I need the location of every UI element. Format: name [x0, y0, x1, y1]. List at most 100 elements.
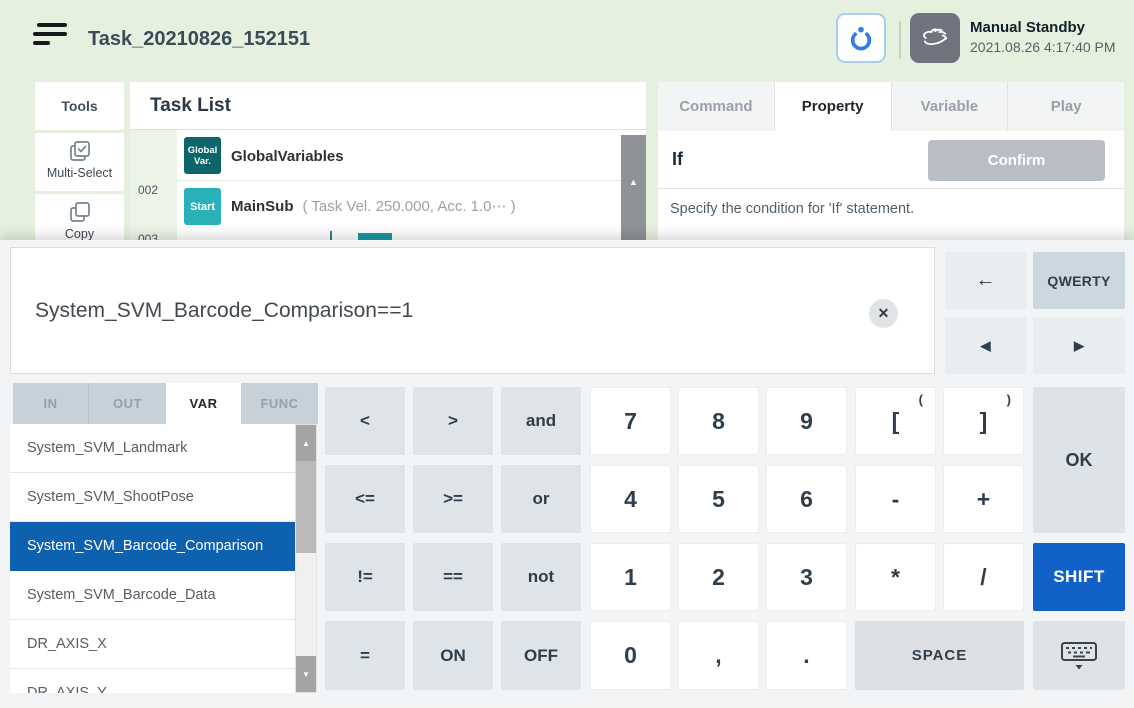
key-on[interactable]: ON	[413, 621, 493, 690]
key-greater-than[interactable]: >	[413, 387, 493, 455]
shift-key[interactable]: SHIFT	[1033, 543, 1125, 611]
tab-var[interactable]: VAR	[166, 383, 241, 424]
clear-input-button[interactable]: ✕	[869, 299, 898, 328]
task-list-panel: Task List 002 003 Global Var. GlobalVari…	[130, 82, 646, 240]
key-9[interactable]: 9	[766, 387, 847, 455]
backspace-key[interactable]: ←	[945, 252, 1026, 309]
key-4[interactable]: 4	[590, 465, 671, 533]
key-slash[interactable]: /	[943, 543, 1024, 611]
ok-button[interactable]: OK	[1033, 387, 1125, 533]
scrollbar-thumb[interactable]	[296, 461, 316, 553]
command-name: If	[672, 131, 683, 188]
key-left-bracket[interactable]: [ (	[855, 387, 936, 455]
topbar-divider	[899, 21, 901, 59]
tab-command[interactable]: Command	[658, 82, 774, 131]
backspace-icon: ←	[976, 269, 996, 292]
copy-icon	[68, 201, 92, 225]
tab-play[interactable]: Play	[1007, 82, 1124, 131]
tab-in[interactable]: IN	[13, 383, 89, 424]
key-minus[interactable]: -	[855, 465, 936, 533]
key-right-bracket[interactable]: ] )	[943, 387, 1024, 455]
tab-func[interactable]: FUNC	[241, 383, 318, 424]
multi-select-icon	[68, 140, 92, 164]
scroll-down-button[interactable]: ▼	[296, 656, 316, 692]
list-item[interactable]: DR_AXIS_Y	[10, 669, 295, 693]
scroll-up-icon: ▲	[302, 439, 310, 448]
indent-guide	[330, 231, 332, 240]
key-greater-equal[interactable]: >=	[413, 465, 493, 533]
task-list-scrollbar[interactable]: ▲	[621, 135, 646, 240]
key-6[interactable]: 6	[766, 465, 847, 533]
top-section: Task_20210826_152151 Manual Standby 2021…	[0, 0, 1134, 240]
tools-panel-header: Tools	[35, 82, 124, 130]
key-equal-equal[interactable]: ==	[413, 543, 493, 611]
key-space[interactable]: SPACE	[855, 621, 1024, 690]
copy-label: Copy	[35, 227, 124, 240]
hide-keyboard-key[interactable]	[1033, 621, 1125, 690]
property-description: Specify the condition for 'If' statement…	[670, 201, 914, 217]
key-off[interactable]: OFF	[501, 621, 581, 690]
scroll-down-icon: ▼	[302, 670, 310, 679]
multi-select-label: Multi-Select	[35, 166, 124, 180]
list-item[interactable]: DR_AXIS_X	[10, 620, 295, 669]
key-5[interactable]: 5	[678, 465, 759, 533]
confirm-button[interactable]: Confirm	[928, 140, 1105, 181]
key-2[interactable]: 2	[678, 543, 759, 611]
tab-out[interactable]: OUT	[89, 383, 166, 424]
expression-input[interactable]: System_SVM_Barcode_Comparison==1	[10, 247, 935, 374]
key-dot[interactable]: .	[766, 621, 847, 690]
cursor-right-key[interactable]: ▶	[1033, 317, 1125, 374]
list-item[interactable]: System_SVM_Barcode_Data	[10, 571, 295, 620]
tab-property[interactable]: Property	[774, 82, 891, 131]
key-less-equal[interactable]: <=	[325, 465, 405, 533]
key-less-than[interactable]: <	[325, 387, 405, 455]
list-item[interactable]: System_SVM_ShootPose	[10, 473, 295, 522]
global-var-badge: Global Var.	[184, 137, 221, 174]
key-or[interactable]: or	[501, 465, 581, 533]
scroll-up-button[interactable]: ▲	[296, 425, 316, 461]
close-icon: ✕	[878, 305, 890, 322]
key-3[interactable]: 3	[766, 543, 847, 611]
tools-title: Tools	[61, 98, 97, 114]
property-panel-tabs: Command Property Variable Play	[658, 82, 1124, 131]
key-comma[interactable]: ,	[678, 621, 759, 690]
cursor-left-key[interactable]: ◀	[945, 317, 1026, 374]
multi-select-button[interactable]: Multi-Select	[35, 133, 124, 191]
task-row-name: GlobalVariables	[231, 148, 344, 165]
chevron-right-icon: ▶	[1074, 338, 1084, 354]
copy-button[interactable]: Copy	[35, 194, 124, 240]
status-title: Manual Standby	[970, 19, 1085, 36]
expression-keyboard-overlay: System_SVM_Barcode_Comparison==1 ✕ ← QWE…	[0, 240, 1134, 708]
key-7[interactable]: 7	[590, 387, 671, 455]
tab-variable[interactable]: Variable	[891, 82, 1008, 131]
task-row-name: MainSub	[231, 198, 294, 215]
variable-list: System_SVM_Landmark System_SVM_ShootPose…	[10, 424, 295, 693]
property-panel: Command Property Variable Play If Confir…	[658, 82, 1124, 240]
key-8[interactable]: 8	[678, 387, 759, 455]
line-number: 003	[138, 232, 158, 240]
key-assign[interactable]: =	[325, 621, 405, 690]
status-timestamp: 2021.08.26 4:17:40 PM	[970, 39, 1116, 55]
qwerty-toggle-key[interactable]: QWERTY	[1033, 252, 1125, 309]
manual-mode-button[interactable]	[910, 13, 960, 63]
list-item[interactable]: System_SVM_Landmark	[10, 424, 295, 473]
key-plus[interactable]: +	[943, 465, 1024, 533]
key-1[interactable]: 1	[590, 543, 671, 611]
line-number: 002	[138, 183, 158, 197]
task-row-mainsub[interactable]: Start MainSub ( Task Vel. 250.000, Acc. …	[177, 181, 621, 231]
keyboard-hide-icon	[1059, 640, 1099, 672]
key-not-equal[interactable]: !=	[325, 543, 405, 611]
start-badge: Start	[184, 188, 221, 225]
page-title: Task_20210826_152151	[88, 28, 310, 51]
key-not[interactable]: not	[501, 543, 581, 611]
task-row-globalvariables[interactable]: Global Var. GlobalVariables	[177, 133, 621, 181]
key-and[interactable]: and	[501, 387, 581, 455]
key-0[interactable]: 0	[590, 621, 671, 690]
key-star[interactable]: *	[855, 543, 936, 611]
list-item-selected[interactable]: System_SVM_Barcode_Comparison	[10, 522, 295, 571]
task-row-detail: ( Task Vel. 250.000, Acc. 1.0⋯ )	[303, 197, 516, 215]
command-header-row: If Confirm	[658, 131, 1124, 189]
menu-icon[interactable]	[33, 23, 69, 49]
gripper-tool-button[interactable]	[836, 13, 886, 63]
variable-source-tabs: IN OUT VAR FUNC	[13, 383, 318, 424]
